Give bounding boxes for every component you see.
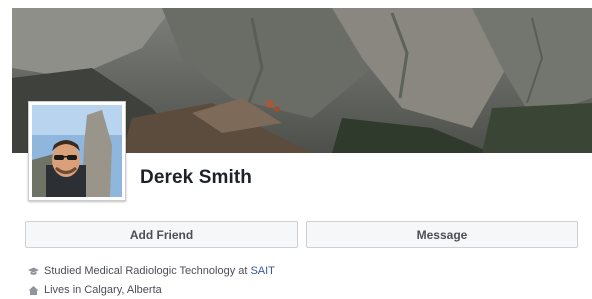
location-info: Lives in Calgary, Alberta bbox=[28, 284, 162, 296]
message-button[interactable]: Message bbox=[306, 221, 578, 248]
profile-name[interactable]: Derek Smith bbox=[140, 167, 252, 189]
location-city-link[interactable]: Calgary, Alberta bbox=[84, 284, 161, 296]
home-icon bbox=[28, 285, 39, 296]
add-friend-button[interactable]: Add Friend bbox=[25, 221, 298, 248]
education-text: Studied Medical Radiologic Technology at bbox=[44, 265, 248, 277]
profile-picture[interactable] bbox=[28, 101, 126, 201]
education-info: Studied Medical Radiologic Technology at… bbox=[28, 265, 275, 277]
location-text: Lives in bbox=[44, 284, 82, 296]
graduation-cap-icon bbox=[28, 266, 39, 277]
education-school-link[interactable]: SAIT bbox=[250, 265, 274, 277]
avatar bbox=[32, 105, 122, 197]
